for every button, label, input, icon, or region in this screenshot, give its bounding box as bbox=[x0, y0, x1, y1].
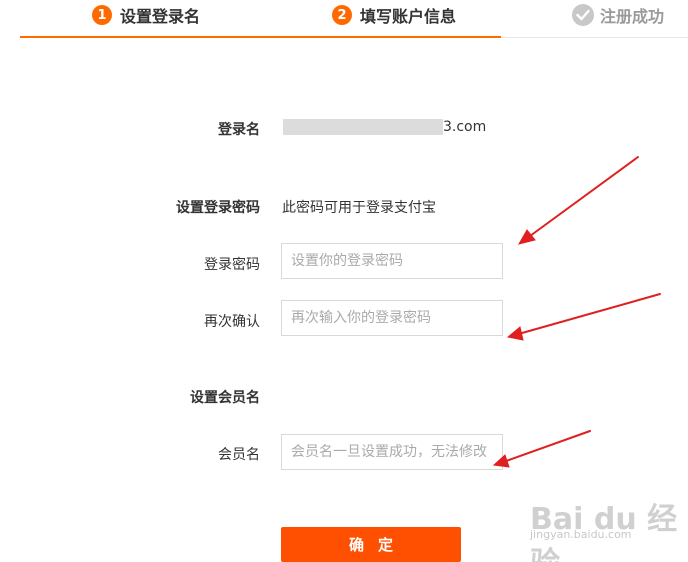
login-name-suffix: 3.com bbox=[443, 119, 487, 135]
step-register-success: 注册成功 bbox=[572, 4, 664, 26]
member-name-input[interactable] bbox=[281, 434, 503, 470]
password-label: 登录密码 bbox=[204, 257, 260, 273]
step-progress-bar bbox=[20, 36, 501, 38]
annotation-arrowhead-1 bbox=[517, 229, 536, 245]
annotation-arrow-2 bbox=[521, 293, 661, 334]
step-label-1: 设置登录名 bbox=[120, 7, 201, 26]
step-label-3: 注册成功 bbox=[600, 7, 665, 26]
step-set-login-name: 1 设置登录名 bbox=[92, 4, 200, 26]
annotation-arrow-3 bbox=[505, 430, 591, 462]
step-account-info: 2 填写账户信息 bbox=[332, 4, 456, 26]
confirm-button[interactable]: 确定 bbox=[281, 527, 461, 562]
annotation-arrows bbox=[492, 156, 661, 468]
watermark-url: jingyan.baidu.com bbox=[530, 528, 632, 541]
step-label-2: 填写账户信息 bbox=[360, 7, 457, 26]
confirm-password-label: 再次确认 bbox=[204, 314, 260, 330]
annotation-arrow-1 bbox=[529, 156, 639, 237]
password-note: 此密码可用于登录支付宝 bbox=[282, 200, 436, 216]
password-section-label: 设置登录密码 bbox=[176, 200, 260, 216]
baidu-jingyan-watermark: Bai du 经验 jingyan.baidu.com bbox=[530, 492, 680, 562]
step-number-2: 2 bbox=[332, 5, 352, 25]
step-number-1: 1 bbox=[92, 5, 112, 25]
annotation-arrowhead-2 bbox=[506, 326, 524, 341]
login-name-label: 登录名 bbox=[218, 122, 260, 138]
step-progress: 1 设置登录名 2 填写账户信息 注册成功 bbox=[0, 0, 688, 40]
confirm-password-input[interactable] bbox=[281, 300, 503, 336]
password-input[interactable] bbox=[281, 243, 503, 279]
check-icon bbox=[572, 4, 594, 26]
member-name-label: 会员名 bbox=[218, 447, 260, 463]
registration-page: 1 设置登录名 2 填写账户信息 注册成功 登录名 3.com 设置登录密码 此… bbox=[0, 0, 688, 562]
member-section-label: 设置会员名 bbox=[190, 390, 260, 406]
login-name-masked bbox=[283, 119, 443, 135]
